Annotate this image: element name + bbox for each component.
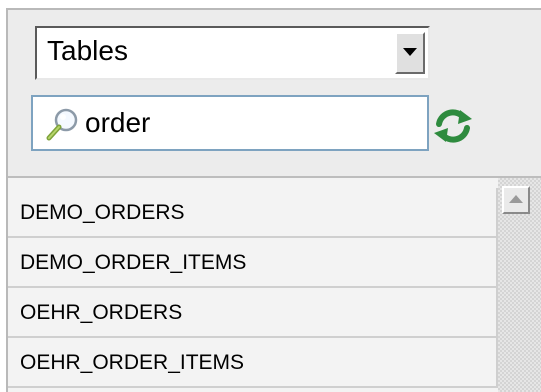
- list-item[interactable]: DEMO_ORDERS: [8, 188, 498, 238]
- scroll-up-icon[interactable]: [502, 186, 530, 214]
- magnifier-icon: [46, 108, 78, 141]
- list-item[interactable]: OEHR_ORDER_ITEMS: [8, 338, 498, 388]
- list-item[interactable]: DEMO_ORDER_ITEMS: [8, 238, 498, 288]
- refresh-icon[interactable]: [431, 107, 475, 145]
- object-type-select[interactable]: Tables: [35, 26, 430, 80]
- list-item-label: OEHR_ORDER_ITEMS: [20, 351, 245, 374]
- object-browser-toolbar: Tables order: [8, 10, 541, 178]
- search-input[interactable]: order: [31, 95, 429, 151]
- list-item-label: OEHR_ORDERS: [20, 301, 183, 324]
- object-browser-panel: Tables order DEMO_ORDERS DEMO_ORDER_ITEM…: [6, 8, 541, 392]
- list-item[interactable]: OEHR_ORDERS: [8, 288, 498, 338]
- chevron-down-icon[interactable]: [395, 32, 425, 74]
- list-item-label: DEMO_ORDERS: [20, 201, 185, 224]
- list-item-label: DEMO_ORDER_ITEMS: [20, 251, 247, 274]
- vertical-scrollbar[interactable]: [498, 178, 541, 392]
- search-input-value: order: [85, 107, 151, 138]
- table-list: DEMO_ORDERS DEMO_ORDER_ITEMS OEHR_ORDERS…: [8, 178, 498, 392]
- object-type-select-value: Tables: [47, 35, 128, 66]
